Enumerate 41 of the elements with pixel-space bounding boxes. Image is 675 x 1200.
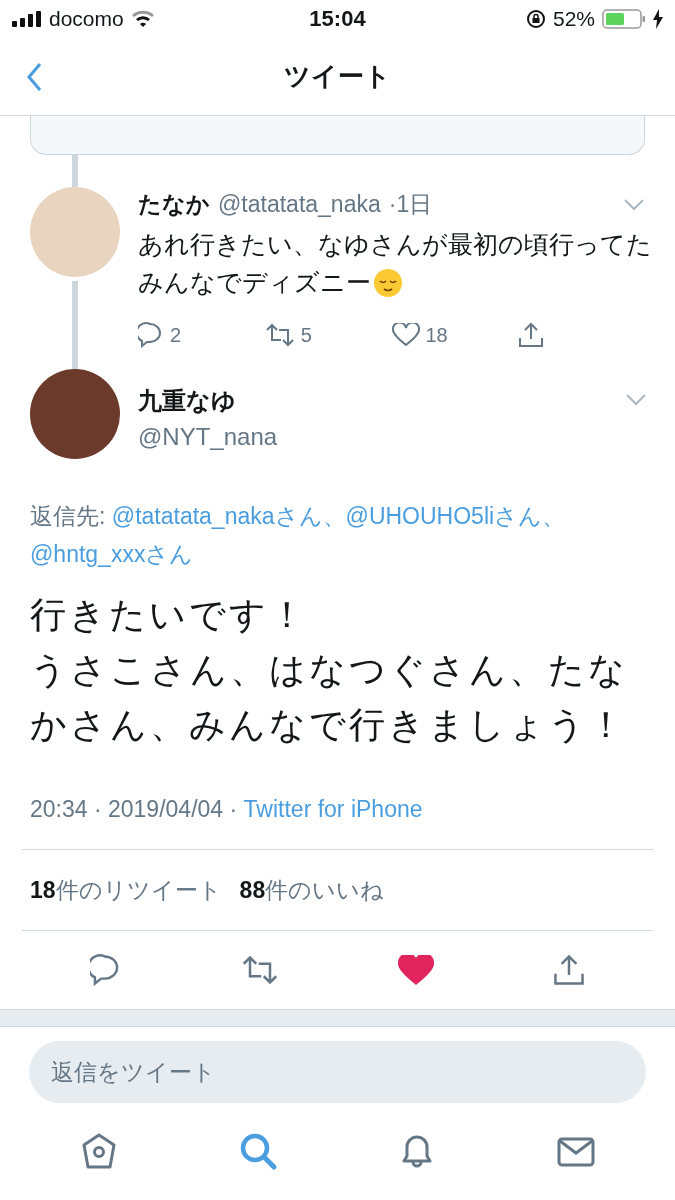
battery-percent: 52%	[552, 7, 595, 31]
heart-icon[interactable]	[391, 323, 420, 347]
action-count: 5	[300, 323, 312, 347]
reply-to-label: 返信先:	[30, 502, 107, 531]
user-handle: @tatatata_naka	[218, 191, 381, 218]
battery-icon	[602, 9, 646, 29]
source-link[interactable]: Twitter for iPhone	[243, 796, 423, 823]
tweet-timestamp: 20:34 · 2019/04/04 ·	[30, 796, 239, 823]
action-count: 2	[170, 323, 182, 347]
mention-link[interactable]: @UHOUHO5liさん、	[345, 497, 566, 535]
avatar[interactable]	[30, 369, 120, 459]
rotation-lock-icon	[525, 9, 546, 29]
clock-time: 15:04	[309, 6, 366, 32]
mention-link[interactable]: @hntg_xxxさん	[30, 535, 194, 573]
reply-input[interactable]: 返信をツイート	[29, 1041, 646, 1103]
user-name: 九重なゆ	[138, 386, 237, 416]
tweet-text: みんなでディズニー	[138, 268, 371, 298]
share-icon[interactable]	[553, 954, 586, 986]
signal-icon	[12, 11, 42, 27]
retweet-icon[interactable]	[240, 955, 279, 985]
carrier-name: docomo	[49, 7, 124, 31]
engagement-count[interactable]: 18件のリツイート	[30, 874, 222, 906]
tweet-age: ·1日	[388, 190, 433, 219]
user-handle: @NYT_nana	[138, 423, 278, 451]
tweet-text: あれ行きたい、なゆさんが最初の頃行ってた	[138, 230, 652, 260]
retweet-icon[interactable]	[264, 323, 295, 347]
mention-link[interactable]: @tatatata_nakaさん、	[111, 497, 346, 535]
user-name: たなか	[138, 190, 210, 219]
reply-icon[interactable]	[138, 322, 164, 348]
smiley-icon	[373, 268, 403, 298]
tweet-text: 行きたいです！	[30, 593, 309, 637]
charging-icon	[653, 9, 663, 29]
back-icon[interactable]	[26, 61, 42, 92]
tweet-text: かさん、みんなで行きましょう！	[30, 703, 628, 747]
action-count: 18	[425, 323, 448, 347]
heart-icon[interactable]	[398, 954, 435, 986]
engagement-count[interactable]: 88件のいいね	[239, 874, 385, 906]
wifi-icon	[130, 10, 155, 28]
page-title: ツイート	[284, 60, 391, 93]
share-icon[interactable]	[518, 322, 545, 348]
tweet-text: うさこさん、はなつぐさん、たな	[30, 648, 629, 692]
